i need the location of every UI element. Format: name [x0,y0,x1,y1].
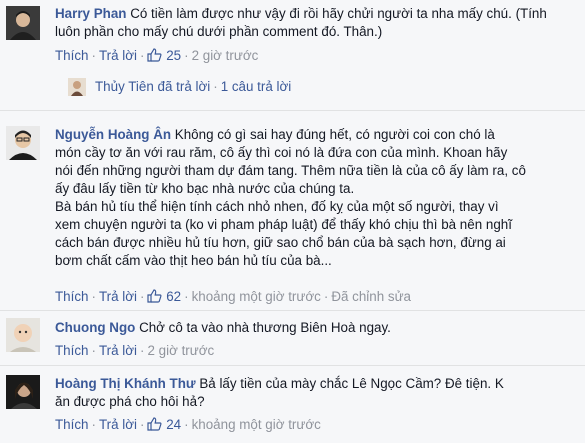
reply-info: Thủy Tiên đã trả lời · 1 câu trả lời [95,79,291,94]
reply-link[interactable]: Trả lời [99,289,137,304]
separator-dot: · [91,48,96,63]
timestamp[interactable]: 2 giờ trước [192,48,259,63]
like-link[interactable]: Thích [55,48,89,63]
comment-text-line: xem chuyện người ta (ko vi pham pháp luậ… [55,217,512,232]
separator-dot: · [213,79,218,94]
like-link[interactable]: Thích [55,417,89,432]
comment-text-line: món cầy tơ ăn với rau răm, cô ấy thì coi… [55,145,508,160]
comment-hoang-thi-khanh-thu: Hoàng Thị Khánh Thư Bả lấy tiền của mày … [0,366,585,443]
author-name[interactable]: Harry Phan [55,6,126,21]
comment-actions: Thích · Trả lời · 25 · 2 giờ trước [55,47,258,67]
comment-text-line: nói đến những người tham dự đám tang. Th… [55,163,526,178]
comment-actions: Thích · Trả lời · 2 giờ trước [55,342,214,360]
separator-dot: · [140,289,145,304]
author-name[interactable]: Nguyễn Hoàng Ân [55,127,171,142]
comment-text-line: Bà bán hủ tíu thể hiện tính cách nhỏ nhe… [55,199,499,214]
comment-text: Chở cô ta vào nhà thương Biên Hoà ngay. [139,320,391,335]
avatar[interactable] [6,126,40,160]
thumbs-up-icon[interactable] [147,48,162,67]
comment-text-line: ăn được phá cho hôi hả? [55,394,205,409]
comment-text-line: ấy đâu lấy tiền từ kho bạc nhà nước của … [55,181,355,196]
timestamp[interactable]: khoảng một giờ trước [192,289,321,304]
reply-avatar [68,78,86,96]
comment-body: Hoàng Thị Khánh Thư Bả lấy tiền của mày … [55,375,575,411]
separator-dot: · [184,289,189,304]
separator-dot: · [140,343,145,358]
author-name[interactable]: Hoàng Thị Khánh Thư [55,376,196,391]
like-link[interactable]: Thích [55,343,89,358]
thumbs-up-icon[interactable] [147,289,162,308]
separator-dot: · [140,417,145,432]
timestamp[interactable]: 2 giờ trước [147,343,214,358]
comment-nguyen-hoang-an: Nguyễn Hoàng Ân Không có gì sai hay đúng… [0,111,585,310]
like-count[interactable]: 25 [166,48,181,63]
comment-chuong-ngo: Chuong Ngo Chở cô ta vào nhà thương Biên… [0,311,585,365]
separator-dot: · [91,289,96,304]
comment-text: Có tiền làm được như vậy đi rồi hãy chửi… [55,6,547,39]
separator-dot: · [91,343,96,358]
comment-thread: Harry Phan Có tiền làm được như vậy đi r… [0,0,585,443]
like-link[interactable]: Thích [55,289,89,304]
reply-link[interactable]: Trả lời [99,48,137,63]
edited-label[interactable]: Đã chỉnh sửa [331,289,411,304]
comment-harry-phan: Harry Phan Có tiền làm được như vậy đi r… [0,0,585,110]
avatar[interactable] [6,6,40,40]
comment-actions: Thích · Trả lời · 24 · khoảng một giờ trước [55,416,321,436]
reply-author-link[interactable]: Thủy Tiên đã trả lời [95,79,210,94]
like-count[interactable]: 24 [166,417,181,432]
comment-body: Harry Phan Có tiền làm được như vậy đi r… [55,5,575,41]
comment-actions: Thích · Trả lời · 62 · khoảng một giờ trước · Đ… [55,288,411,308]
timestamp[interactable]: khoảng một giờ trước [192,417,321,432]
avatar[interactable] [6,318,40,352]
reply-link[interactable]: Trả lời [99,417,137,432]
reply-summary[interactable]: Thủy Tiên đã trả lời · 1 câu trả lời [55,75,575,105]
reply-link[interactable]: Trả lời [99,343,137,358]
comment-body: Nguyễn Hoàng Ân Không có gì sai hay đúng… [55,126,575,270]
reply-count-link[interactable]: 1 câu trả lời [221,79,292,94]
comment-text-line: bơm chất cấm vào thịt heo bán hủ tíu của… [55,253,332,268]
author-name[interactable]: Chuong Ngo [55,320,135,335]
separator-dot: · [184,48,189,63]
separator-dot: · [323,289,329,304]
comment-text-line: cách bán được nhiều hủ tíu hơn, giữ sao … [55,235,506,250]
like-count[interactable]: 62 [166,289,181,304]
separator-dot: · [91,417,96,432]
avatar[interactable] [6,375,40,409]
thumbs-up-icon[interactable] [147,417,162,436]
comment-text-line: Không có gì sai hay đúng hết, có người c… [174,127,495,142]
separator-dot: · [184,417,189,432]
comment-text-line: Bả lấy tiền của mày chắc Lê Ngọc Cầm? Đê… [199,376,504,391]
comment-body: Chuong Ngo Chở cô ta vào nhà thương Biên… [55,319,575,337]
separator-dot: · [140,48,145,63]
